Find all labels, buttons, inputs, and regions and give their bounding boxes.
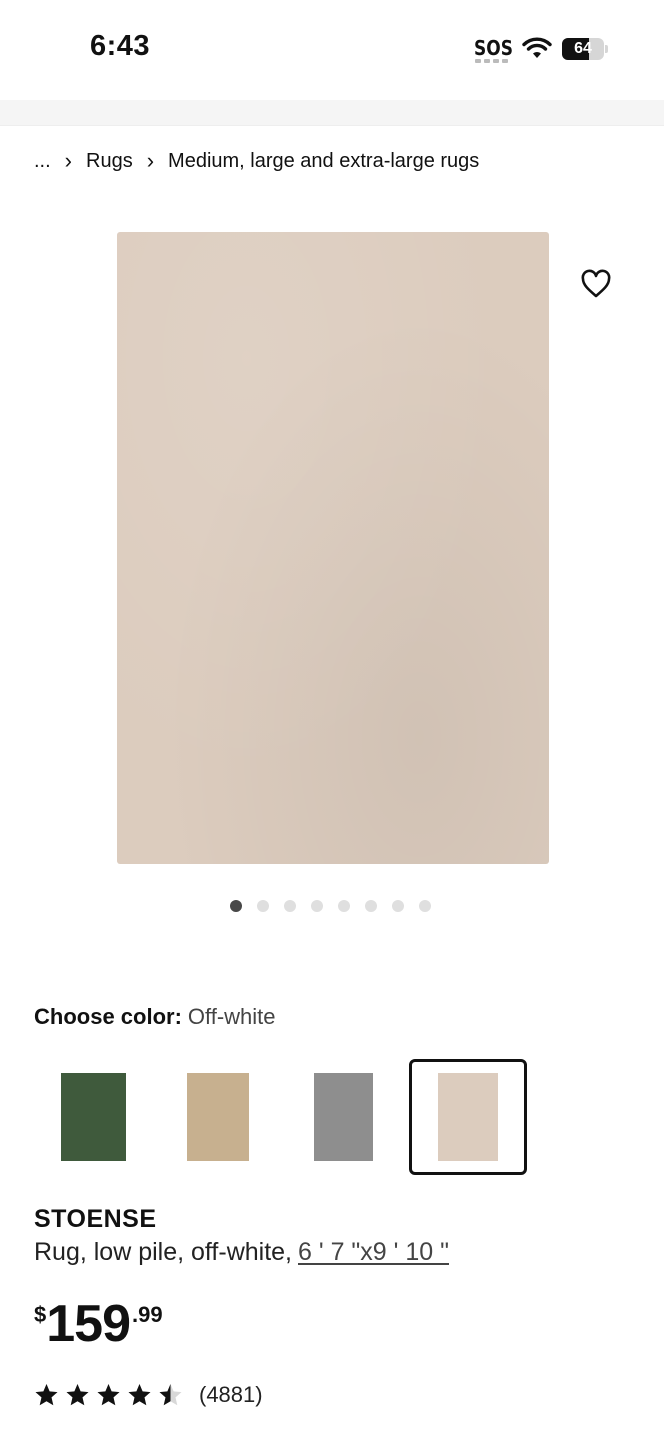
color-label-row: Choose color: Off-white xyxy=(34,1004,276,1030)
star-filled-icon xyxy=(128,1384,151,1406)
color-swatch-green[interactable] xyxy=(34,1059,152,1175)
swatch-image xyxy=(187,1073,249,1161)
chevron-right-icon: › xyxy=(64,148,72,173)
star-rating xyxy=(34,1383,183,1407)
pagination-dot[interactable] xyxy=(338,900,350,912)
rating[interactable]: (4881) xyxy=(34,1380,263,1410)
breadcrumb-ellipsis[interactable]: ... xyxy=(34,150,51,173)
status-time: 6:43 xyxy=(90,30,151,62)
product-image[interactable] xyxy=(117,232,549,864)
price-integer: 159 xyxy=(46,1295,131,1353)
header-strip xyxy=(0,100,664,126)
chevron-right-icon: › xyxy=(146,148,155,173)
pagination-dot[interactable] xyxy=(365,900,377,912)
wifi-icon xyxy=(522,37,552,58)
product-name: STOENSE xyxy=(34,1205,157,1233)
product-description: Rug, low pile, off-white, 6 ' 7 "x9 ' 10 … xyxy=(34,1238,449,1267)
status-bar: 6:43 SOS 64 xyxy=(0,0,664,100)
pagination-dot[interactable] xyxy=(284,900,296,912)
color-swatch-off-white[interactable] xyxy=(409,1059,527,1175)
color-swatch-gray[interactable] xyxy=(284,1059,402,1175)
review-count: (4881) xyxy=(199,1382,263,1407)
favorite-button[interactable] xyxy=(576,264,616,304)
heart-outline-icon xyxy=(581,269,611,298)
battery-indicator: 64 xyxy=(562,38,604,60)
price: $ 159 .99 xyxy=(34,1294,163,1354)
selected-color-value: Off-white xyxy=(187,1004,276,1029)
color-swatch-beige[interactable] xyxy=(159,1059,277,1175)
breadcrumb: ... › Rugs › Medium, large and extra-lar… xyxy=(34,146,479,176)
swatch-image xyxy=(60,1073,126,1161)
star-filled-icon xyxy=(66,1384,89,1406)
size-link[interactable]: 6 ' 7 "x9 ' 10 " xyxy=(298,1238,449,1266)
image-pagination xyxy=(230,900,431,912)
sos-indicator: SOS xyxy=(474,36,513,60)
signal-dots xyxy=(475,59,509,63)
breadcrumb-item-large-rugs[interactable]: Medium, large and extra-large rugs xyxy=(168,150,479,173)
star-filled-icon xyxy=(97,1384,120,1406)
pagination-dot[interactable] xyxy=(230,900,242,912)
price-decimal: .99 xyxy=(132,1302,163,1327)
pagination-dot[interactable] xyxy=(311,900,323,912)
pagination-dot[interactable] xyxy=(392,900,404,912)
star-half-icon xyxy=(159,1384,182,1406)
swatch-image xyxy=(313,1073,373,1161)
battery-level: 64 xyxy=(574,40,592,57)
pagination-dot[interactable] xyxy=(257,900,269,912)
pagination-dot[interactable] xyxy=(419,900,431,912)
breadcrumb-item-rugs[interactable]: Rugs xyxy=(86,150,133,173)
choose-color-label: Choose color: xyxy=(34,1004,182,1029)
product-description-text: Rug, low pile, off-white, xyxy=(34,1238,292,1266)
star-filled-icon xyxy=(35,1384,58,1406)
battery-nub xyxy=(605,45,608,53)
swatch-image xyxy=(438,1073,498,1161)
price-currency: $ xyxy=(34,1302,47,1327)
